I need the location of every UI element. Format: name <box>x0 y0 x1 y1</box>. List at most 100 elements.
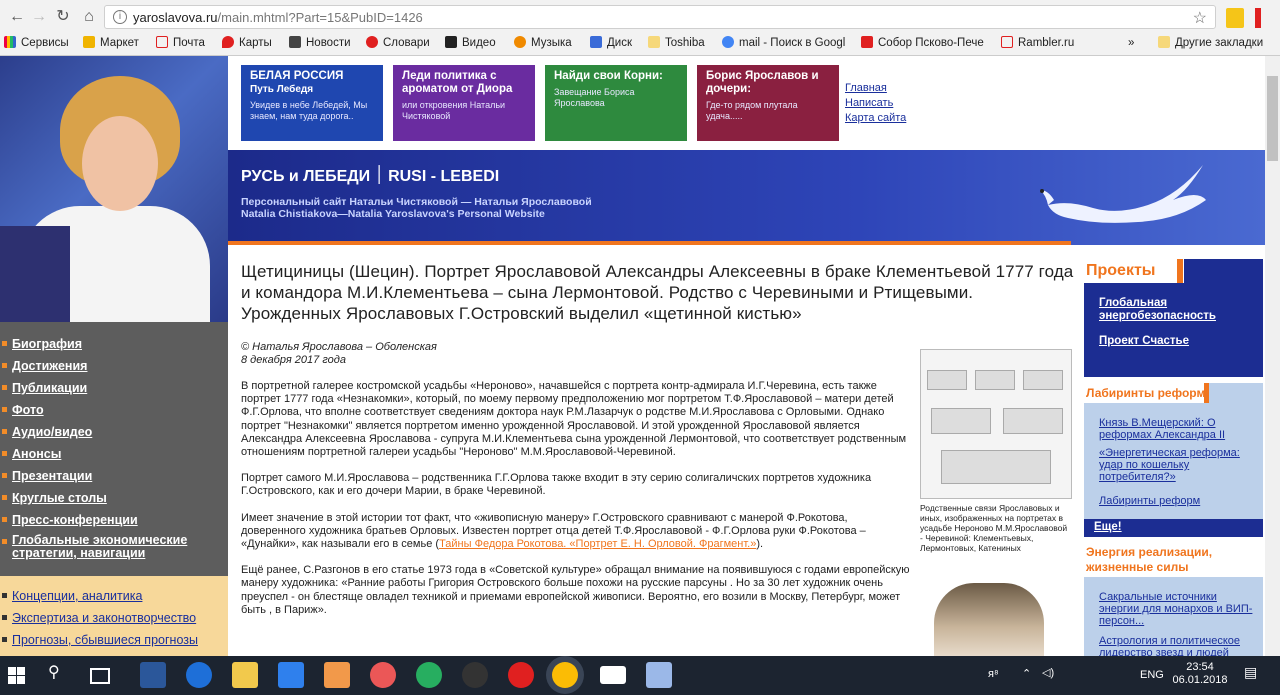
energy-link[interactable]: Сакральные источники энергии для монархо… <box>1099 591 1259 627</box>
bookmark-market[interactable]: Маркет <box>83 34 139 52</box>
bookmark-sobor[interactable]: Собор Псково-Пече <box>861 34 987 52</box>
address-bar[interactable]: i yaroslavova.ru/main.mhtml?Part=15&PubI… <box>104 5 1216 29</box>
url-host: yaroslavova.ru <box>133 10 218 25</box>
link-write[interactable]: Написать <box>845 96 906 111</box>
author-portrait <box>0 56 228 322</box>
bookmark-rambler[interactable]: Rambler.ru <box>1001 34 1074 52</box>
paragraph: Портрет самого М.И.Ярославова – родствен… <box>241 472 872 498</box>
menu-item[interactable]: Круглые столы <box>0 487 228 509</box>
app-icon[interactable] <box>416 662 442 688</box>
banner-white-russia[interactable]: БЕЛАЯ РОССИЯ Путь Лебедя Увидев в небе Л… <box>241 65 383 141</box>
opera-icon[interactable] <box>508 662 534 688</box>
store-icon[interactable] <box>278 662 304 688</box>
menu-item[interactable]: Анонсы <box>0 443 228 465</box>
bookmark-dictionaries[interactable]: Словари <box>366 34 430 52</box>
edge-icon[interactable] <box>186 662 212 688</box>
reload-icon[interactable]: ↻ <box>52 6 74 28</box>
extension-icon[interactable] <box>1255 8 1261 28</box>
clock[interactable]: 23:54 06.01.2018 <box>1170 661 1230 687</box>
project-link[interactable]: Глобальная энергобезопасность <box>1099 297 1263 323</box>
folder-icon <box>648 36 660 48</box>
paragraph: В портретной галерее костромской усадьбы… <box>241 380 907 459</box>
scrollbar-thumb[interactable] <box>1267 76 1278 161</box>
site-subtitle: Персональный сайт Натальи Чистяковой — Н… <box>241 196 592 220</box>
market-icon <box>83 36 95 48</box>
bookmark-toshiba[interactable]: Toshiba <box>648 34 705 52</box>
more-link[interactable]: Еще! <box>1094 521 1122 533</box>
paragraph: Ещё ранее, С.Разгонов в его статье 1973 … <box>241 564 910 616</box>
bookmarks-more[interactable]: » <box>1128 34 1134 52</box>
right-sidebar: Проекты Глобальная энергобезопасность Пр… <box>1084 259 1263 656</box>
bookmark-video[interactable]: Видео <box>445 34 496 52</box>
forward-arrow-icon[interactable]: → <box>28 6 50 28</box>
app-icon[interactable] <box>462 662 488 688</box>
nav-row: ← → ↻ ⌂ i yaroslavova.ru/main.mhtml?Part… <box>0 4 1280 30</box>
reform-link[interactable]: «Энергетическая реформа: удар по кошельк… <box>1099 447 1259 483</box>
menu-item[interactable]: Глобальные экономические стратегии, нави… <box>0 531 228 563</box>
bookmark-google-mail[interactable]: mail - Поиск в Googl <box>722 34 848 52</box>
back-arrow-icon[interactable]: ← <box>6 6 28 28</box>
tray-chevron-icon[interactable]: ⌃ <box>1022 668 1031 681</box>
file-explorer-icon[interactable] <box>232 662 258 688</box>
scrollbar[interactable] <box>1265 56 1280 656</box>
bookmark-music[interactable]: Музыка <box>514 34 572 52</box>
energy-block: Энергия реализации, жизненные силы Сакра… <box>1084 543 1263 656</box>
mail-icon[interactable] <box>600 666 626 684</box>
bookmark-news[interactable]: Новости <box>289 34 351 52</box>
banner-boris[interactable]: Борис Ярославов и дочери: Где-то рядом п… <box>697 65 839 141</box>
search-icon[interactable]: ⚲ <box>48 665 60 681</box>
web-page: Биография Достижения Публикации Фото Ауд… <box>0 56 1280 656</box>
paint-icon[interactable] <box>646 662 672 688</box>
menu-item[interactable]: Концепции, аналитика <box>0 585 228 607</box>
menu-item[interactable]: Пресс-конференции <box>0 509 228 531</box>
project-link[interactable]: Проект Счастье <box>1099 335 1189 348</box>
menu-item[interactable]: Аудио/видео <box>0 421 228 443</box>
volume-icon[interactable]: ◁) <box>1042 667 1054 680</box>
yandex-icon <box>1001 36 1013 48</box>
link-sitemap[interactable]: Карта сайта <box>845 111 906 126</box>
url-path: /main.mhtml?Part=15&PubID=1426 <box>217 10 423 25</box>
info-icon[interactable]: i <box>113 10 127 24</box>
people-icon[interactable]: ᴙ⁸ <box>988 668 999 681</box>
reforms-block: Лабиринты реформ Князь В.Мещерский: О ре… <box>1084 383 1263 523</box>
menu-item[interactable]: Биография <box>0 333 228 355</box>
menu-item[interactable]: Достижения <box>0 355 228 377</box>
genealogy-diagram[interactable] <box>920 349 1072 499</box>
menu-item[interactable]: Экспертиза и законотворчество <box>0 607 228 629</box>
home-icon[interactable]: ⌂ <box>78 6 100 28</box>
bookmark-services[interactable]: Сервисы <box>4 34 69 52</box>
map-pin-icon <box>222 36 234 48</box>
reform-link[interactable]: Князь В.Мещерский: О реформах Александра… <box>1099 417 1259 441</box>
task-view-icon[interactable] <box>90 668 110 684</box>
banner-roots[interactable]: Найди свои Корни: Завещание Бориса Яросл… <box>545 65 687 141</box>
yandex-browser-icon[interactable] <box>370 662 396 688</box>
bookmark-star-icon[interactable]: ☆ <box>1193 8 1207 28</box>
language-indicator[interactable]: ENG <box>1140 669 1164 682</box>
figure-caption: Родственные связи Ярославовых и иных, из… <box>920 503 1068 553</box>
menu-item[interactable]: Фото <box>0 399 228 421</box>
extension-bookmark-icon[interactable] <box>1226 8 1244 28</box>
menu-item[interactable]: Публикации <box>0 377 228 399</box>
portrait-painting[interactable] <box>934 583 1044 656</box>
menu-item[interactable]: Презентации <box>0 465 228 487</box>
notifications-icon[interactable]: ▤ <box>1244 665 1257 679</box>
paragraph: Имеет значение в этой истории тот факт, … <box>241 511 866 551</box>
apps-grid-icon <box>4 36 16 48</box>
chrome-icon[interactable] <box>552 662 578 688</box>
banner-lady-politics[interactable]: Леди политика с ароматом от Диора или от… <box>393 65 535 141</box>
bookmark-mail[interactable]: Почта <box>156 34 205 52</box>
bookmark-maps[interactable]: Карты <box>222 34 272 52</box>
reform-link[interactable]: Лабиринты реформ <box>1099 495 1259 507</box>
article: Щетициницы (Шецин). Портрет Ярославовой … <box>241 261 1076 656</box>
bookmark-other[interactable]: Другие закладки <box>1158 34 1263 52</box>
energy-link[interactable]: Астрология и политическое лидерство звез… <box>1099 635 1259 656</box>
windows-start-icon[interactable] <box>8 667 25 684</box>
word-icon[interactable] <box>140 662 166 688</box>
media-player-icon[interactable] <box>324 662 350 688</box>
rokotov-link[interactable]: Тайны Федора Рокотова. «Портрет Е. Н. Ор… <box>439 538 756 550</box>
menu-item[interactable]: Прогнозы, сбывшиеся прогнозы <box>0 629 228 651</box>
projects-heading: Проекты <box>1084 259 1184 283</box>
link-home[interactable]: Главная <box>845 81 906 96</box>
bookmark-disk[interactable]: Диск <box>590 34 632 52</box>
yandex-icon <box>156 36 168 48</box>
